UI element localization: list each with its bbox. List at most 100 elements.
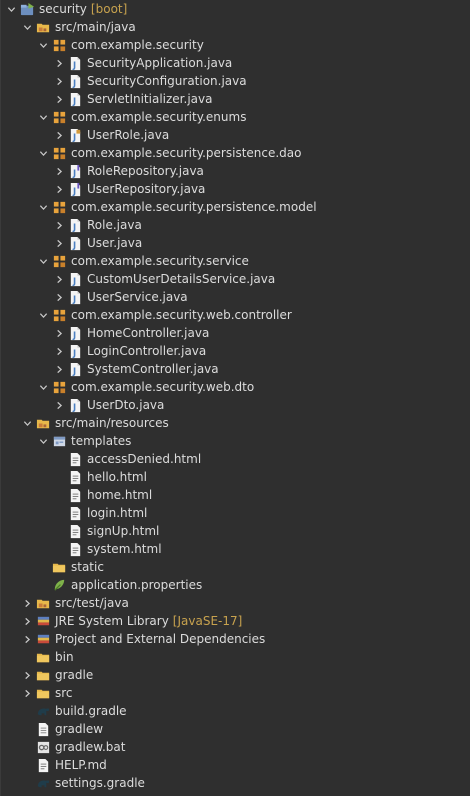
- tree-item[interactable]: J UserRepository.java: [1, 180, 470, 198]
- tree-item-label: system.html: [87, 542, 162, 556]
- chevron-right-icon[interactable]: [53, 54, 65, 72]
- project-icon: [19, 1, 35, 17]
- tree-item[interactable]: src/test/java: [1, 594, 470, 612]
- svg-text:J: J: [71, 276, 75, 286]
- tree-item[interactable]: com.example.security.web.controller: [1, 306, 470, 324]
- svg-text:J: J: [71, 96, 75, 106]
- tree-item[interactable]: src: [1, 684, 470, 702]
- chevron-right-icon[interactable]: [53, 234, 65, 252]
- tree-item[interactable]: J Role.java: [1, 216, 470, 234]
- chevron-down-icon[interactable]: [21, 414, 33, 432]
- tree-item[interactable]: J UserRole.java: [1, 126, 470, 144]
- tree-item[interactable]: J CustomUserDetailsService.java: [1, 270, 470, 288]
- tree-item[interactable]: com.example.security.enums: [1, 108, 470, 126]
- tree-item-label: LoginController.java: [87, 344, 207, 358]
- tree-item[interactable]: system.html: [1, 540, 470, 558]
- tree-item-label: HomeController.java: [87, 326, 210, 340]
- chevron-right-icon[interactable]: [21, 612, 33, 630]
- tree-item[interactable]: HELP.md: [1, 756, 470, 774]
- chevron-right-icon[interactable]: [21, 684, 33, 702]
- chevron-down-icon[interactable]: [21, 18, 33, 36]
- tree-item[interactable]: src/main/resources: [1, 414, 470, 432]
- chevron-right-icon[interactable]: [21, 630, 33, 648]
- svg-text:J: J: [71, 132, 75, 142]
- java-file-icon: J: [67, 361, 83, 377]
- chevron-right-icon[interactable]: [21, 594, 33, 612]
- tree-item-label: src/main/resources: [55, 416, 169, 430]
- chevron-down-icon[interactable]: [37, 144, 49, 162]
- tree-item-label: com.example.security.persistence.model: [71, 200, 317, 214]
- tree-item[interactable]: gradlew.bat: [1, 738, 470, 756]
- tree-item[interactable]: J RoleRepository.java: [1, 162, 470, 180]
- chevron-right-icon[interactable]: [53, 396, 65, 414]
- tree-item[interactable]: J SecurityConfiguration.java: [1, 72, 470, 90]
- tree-item[interactable]: application.properties: [1, 576, 470, 594]
- chevron-right-icon[interactable]: [53, 72, 65, 90]
- tree-item[interactable]: security [boot]: [1, 0, 470, 18]
- tree-item[interactable]: com.example.security.service: [1, 252, 470, 270]
- chevron-right-icon[interactable]: [53, 162, 65, 180]
- tree-item[interactable]: J HomeController.java: [1, 324, 470, 342]
- tree-item[interactable]: signUp.html: [1, 522, 470, 540]
- chevron-right-icon[interactable]: [53, 126, 65, 144]
- svg-text:J: J: [71, 402, 75, 412]
- tree-item[interactable]: JRE System Library [JavaSE-17]: [1, 612, 470, 630]
- chevron-right-icon[interactable]: [53, 324, 65, 342]
- tree-item-label: accessDenied.html: [87, 452, 202, 466]
- chevron-right-icon[interactable]: [53, 216, 65, 234]
- tree-item-label: home.html: [87, 488, 153, 502]
- chevron-right-icon[interactable]: [53, 270, 65, 288]
- tree-item[interactable]: static: [1, 558, 470, 576]
- chevron-right-icon[interactable]: [53, 360, 65, 378]
- java-file-icon: J: [67, 217, 83, 233]
- tree-item[interactable]: J SystemController.java: [1, 360, 470, 378]
- tree-item[interactable]: build.gradle: [1, 702, 470, 720]
- chevron-down-icon[interactable]: [5, 0, 17, 18]
- chevron-down-icon[interactable]: [37, 432, 49, 450]
- tree-item-label: gradlew: [55, 722, 104, 736]
- tree-item-label: User.java: [87, 236, 143, 250]
- tree-item[interactable]: Project and External Dependencies: [1, 630, 470, 648]
- tree-item[interactable]: com.example.security.web.dto: [1, 378, 470, 396]
- tree-item[interactable]: settings.gradle: [1, 774, 470, 792]
- chevron-right-icon[interactable]: [53, 342, 65, 360]
- tree-item[interactable]: accessDenied.html: [1, 450, 470, 468]
- tree-item[interactable]: src/main/java: [1, 18, 470, 36]
- tree-item[interactable]: com.example.security: [1, 36, 470, 54]
- tree-item[interactable]: com.example.security.persistence.dao: [1, 144, 470, 162]
- tree-item[interactable]: hello.html: [1, 468, 470, 486]
- chevron-down-icon[interactable]: [37, 198, 49, 216]
- chevron-down-icon[interactable]: [37, 378, 49, 396]
- java-file-icon: J: [67, 397, 83, 413]
- chevron-down-icon[interactable]: [37, 36, 49, 54]
- tree-item[interactable]: templates: [1, 432, 470, 450]
- tree-item[interactable]: bin: [1, 648, 470, 666]
- tree-item[interactable]: gradlew: [1, 720, 470, 738]
- chevron-right-icon[interactable]: [53, 288, 65, 306]
- chevron-down-icon[interactable]: [37, 252, 49, 270]
- chevron-right-icon[interactable]: [53, 90, 65, 108]
- svg-text:J: J: [71, 240, 75, 250]
- tree-item[interactable]: J UserService.java: [1, 288, 470, 306]
- folder-icon: [35, 685, 51, 701]
- tree-item[interactable]: J SecurityApplication.java: [1, 54, 470, 72]
- source-folder-icon: [35, 19, 51, 35]
- chevron-right-icon[interactable]: [53, 180, 65, 198]
- package-icon: [51, 145, 67, 161]
- html-file-icon: [67, 469, 83, 485]
- tree-item[interactable]: J LoginController.java: [1, 342, 470, 360]
- tree-item[interactable]: J User.java: [1, 234, 470, 252]
- chevron-down-icon[interactable]: [37, 306, 49, 324]
- tree-item-label: static: [71, 560, 104, 574]
- tree-item[interactable]: com.example.security.persistence.model: [1, 198, 470, 216]
- chevron-right-icon[interactable]: [21, 666, 33, 684]
- tree-item[interactable]: login.html: [1, 504, 470, 522]
- tree-item[interactable]: home.html: [1, 486, 470, 504]
- project-explorer-tree: security [boot] src/main/java com.example.s…: [0, 0, 470, 796]
- tree-item[interactable]: J ServletInitializer.java: [1, 90, 470, 108]
- tree-item[interactable]: gradle: [1, 666, 470, 684]
- svg-text:J: J: [71, 330, 75, 340]
- chevron-down-icon[interactable]: [37, 108, 49, 126]
- tree-item[interactable]: J UserDto.java: [1, 396, 470, 414]
